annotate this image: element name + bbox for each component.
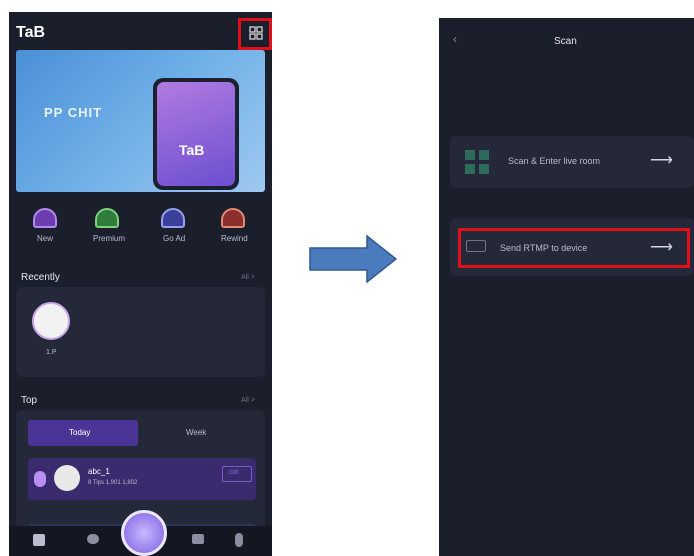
entry-name: abc_1 [88, 467, 110, 476]
left-phone-screen: TaB PP CHIT TaB New Premium Go Ad Rewind… [9, 12, 272, 556]
avatar[interactable] [32, 302, 70, 340]
top-entry-row[interactable]: abc_1 8 Tips 1,901 1,802 Gift [28, 458, 256, 500]
nav-label-new: New [37, 234, 54, 243]
recently-more-link[interactable]: All > [241, 274, 255, 281]
banner-headline: PP CHIT [44, 105, 103, 120]
arrow-right-icon: ⟶ [650, 152, 673, 169]
home-icon[interactable] [33, 534, 45, 546]
nav-item-premium[interactable]: Premium [83, 208, 131, 248]
transition-arrow [309, 234, 398, 284]
entry-stats: 8 Tips 1,901 1,802 [88, 480, 138, 486]
premium-icon [95, 208, 119, 228]
app-title: TaB [16, 24, 46, 41]
entry-gift-button[interactable]: Gift [222, 466, 252, 482]
promo-banner[interactable]: PP CHIT TaB [16, 50, 265, 192]
new-icon [33, 208, 57, 228]
nav-item-rewind[interactable]: Rewind [209, 208, 257, 248]
tab-today-label: Today [69, 428, 91, 437]
bottom-tab-bar [9, 510, 272, 556]
entry-gift-label: Gift [229, 470, 239, 476]
banner-phone-label: TaB [179, 142, 205, 158]
tab-week[interactable]: Week [146, 420, 254, 446]
nav-item-go-ad[interactable]: Go Ad [149, 208, 197, 248]
chat-icon[interactable] [87, 534, 99, 544]
qr-scan-icon [463, 148, 491, 176]
play-icon[interactable] [121, 510, 167, 556]
tab-today[interactable]: Today [28, 420, 138, 446]
nav-label-go-ad: Go Ad [163, 234, 186, 243]
right-phone-screen: ‹ Scan Scan & Enter live room ⟶ Send RTM… [439, 18, 694, 556]
nav-label-premium: Premium [93, 234, 126, 243]
screen-title: Scan [554, 36, 577, 47]
top-title: Top [21, 395, 38, 406]
highlight-send-rtmp [458, 228, 690, 268]
top-more-link[interactable]: All > [241, 397, 255, 404]
mic-icon [34, 471, 46, 487]
nav-label-rewind: Rewind [221, 234, 248, 243]
profile-icon[interactable] [235, 533, 243, 547]
nav-item-new[interactable]: New [21, 208, 69, 248]
entry-avatar [54, 465, 80, 491]
avatar-name: 1.P [46, 349, 57, 356]
back-icon[interactable]: ‹ [453, 32, 457, 46]
scan-enter-live-room-row[interactable]: Scan & Enter live room ⟶ [450, 136, 694, 188]
recently-card: 1.P [16, 287, 265, 377]
rewind-icon [221, 208, 245, 228]
go-ad-icon [161, 208, 185, 228]
highlight-scan-icon [238, 18, 272, 50]
recently-title: Recently [21, 272, 60, 283]
message-icon[interactable] [192, 534, 204, 544]
scan-enter-label: Scan & Enter live room [508, 156, 601, 166]
tab-week-label: Week [186, 428, 207, 437]
banner-phone-graphic: TaB [153, 78, 239, 190]
